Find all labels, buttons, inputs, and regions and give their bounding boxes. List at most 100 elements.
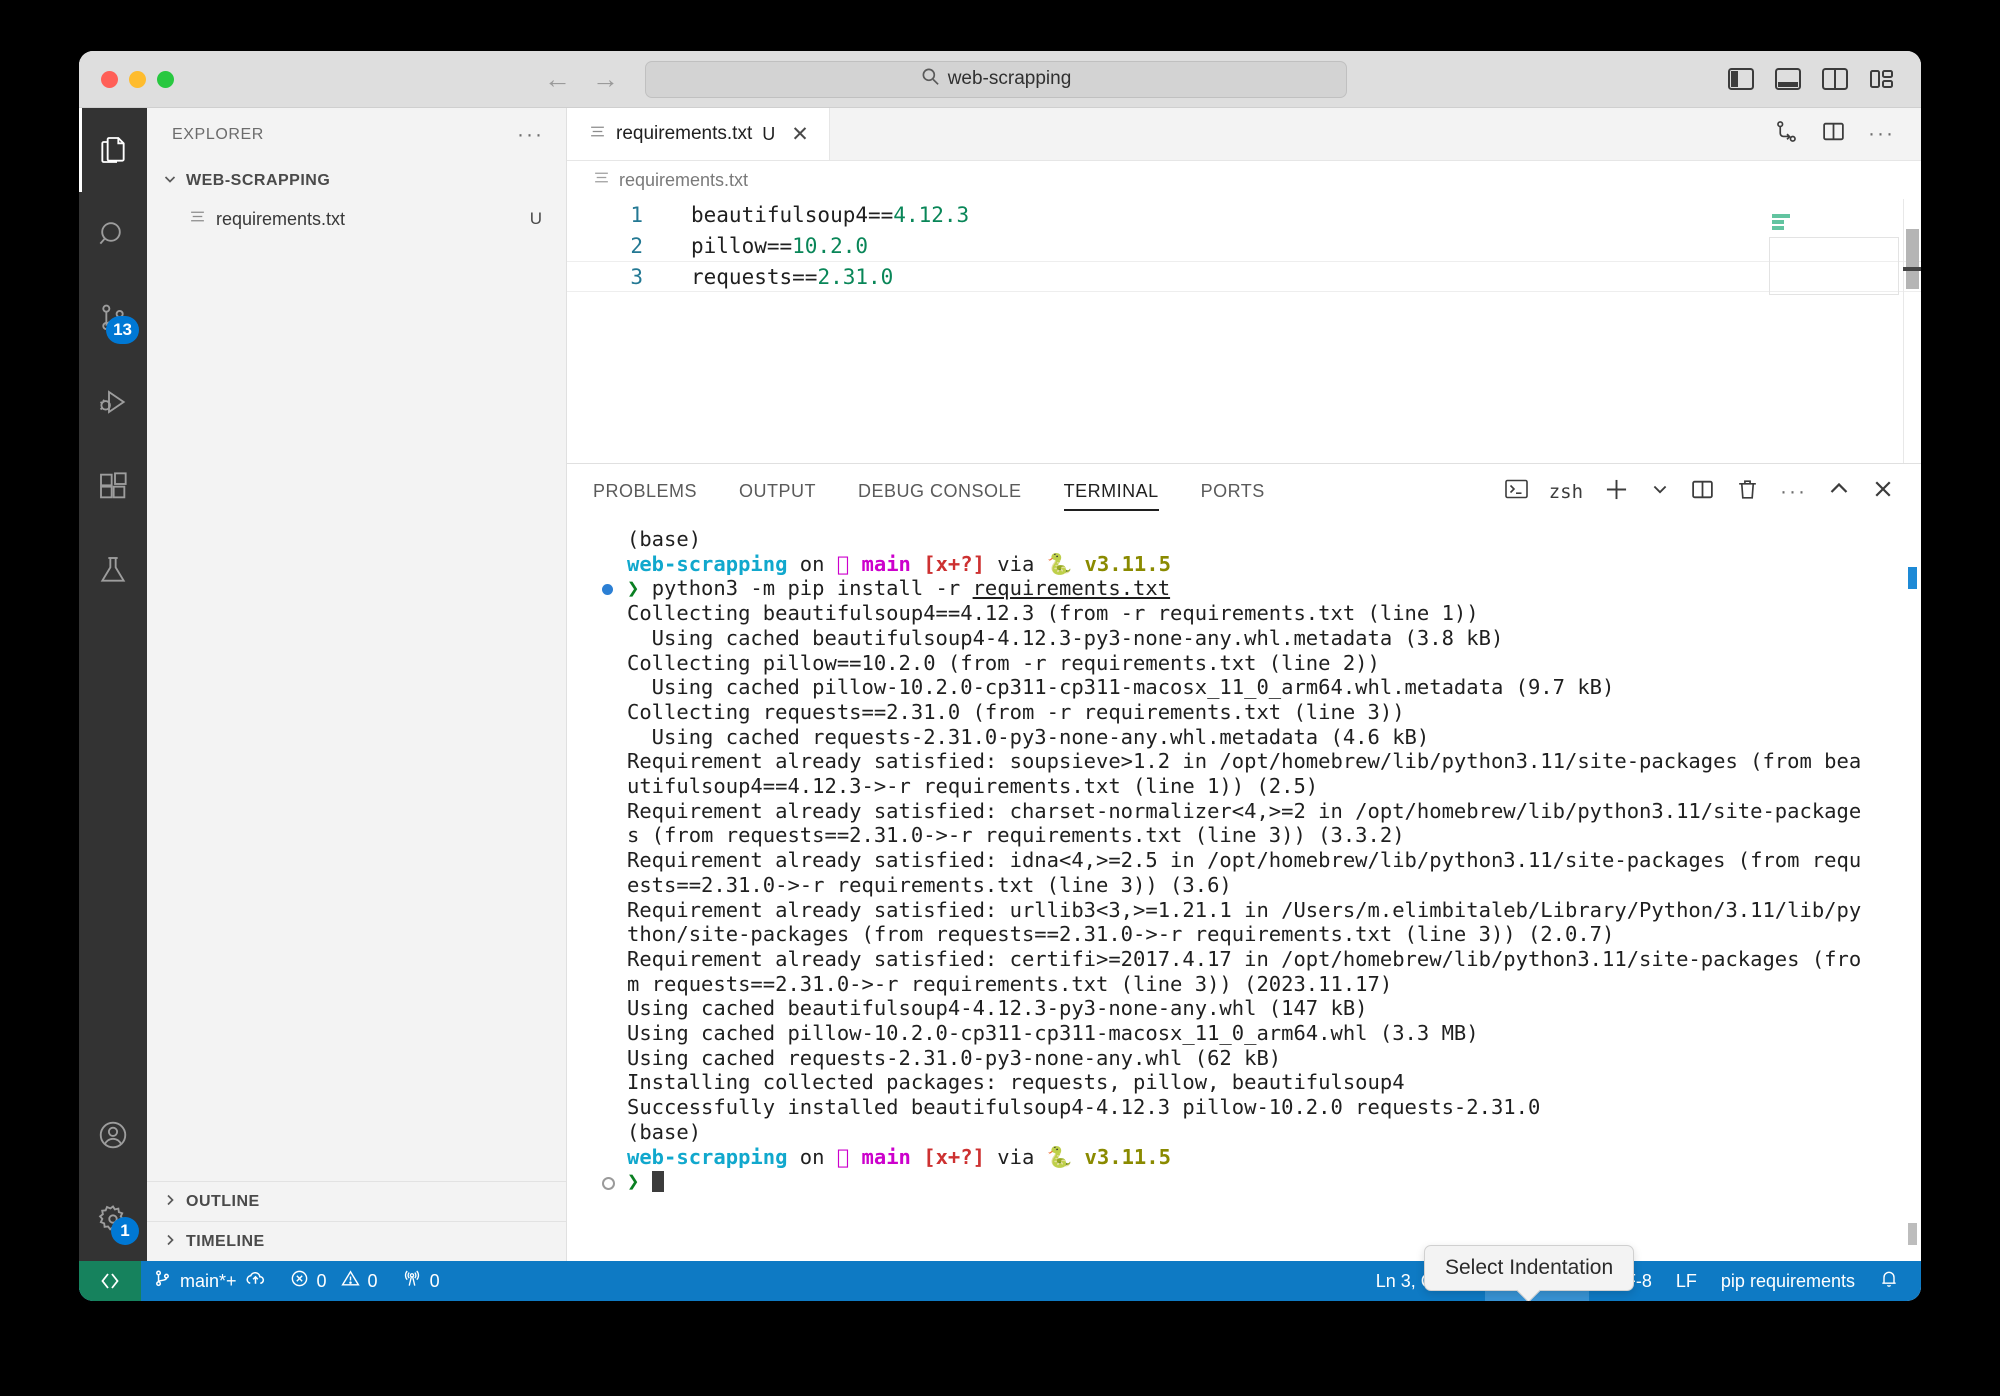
conda-env: (base): [627, 527, 702, 551]
search-icon: [921, 67, 940, 91]
terminal-shell-label: zsh: [1548, 480, 1584, 503]
minimize-window-button[interactable]: [129, 70, 146, 88]
package-name: requests==: [691, 264, 818, 289]
prompt-char: ❯: [627, 1169, 640, 1194]
terminal-line: Using cached requests-2.31.0-py3-none-an…: [627, 1045, 1282, 1070]
status-language-mode[interactable]: pip requirements: [1709, 1261, 1867, 1301]
status-ports[interactable]: 0: [390, 1261, 452, 1301]
terminal-command-line: ❯ python3 -m pip install -r requirements…: [567, 576, 1921, 601]
remote-window-button[interactable]: [79, 1261, 141, 1301]
package-version: 4.12.3: [893, 202, 970, 227]
explorer-more-actions-icon[interactable]: ···: [517, 124, 544, 145]
language-mode-label: pip requirements: [1720, 1270, 1855, 1291]
sidebar-item-extensions[interactable]: [79, 444, 147, 528]
tab-problems[interactable]: PROBLEMS: [593, 464, 697, 519]
compare-changes-icon[interactable]: [1774, 119, 1799, 149]
eol-label: LF: [1675, 1270, 1697, 1291]
panel-more-actions-icon[interactable]: ···: [1780, 481, 1807, 502]
tab-label: requirements.txt: [616, 123, 753, 144]
sidebar-item-run-and-debug[interactable]: [79, 360, 147, 444]
toggle-panel-icon[interactable]: [1775, 68, 1801, 90]
sidebar-item-testing[interactable]: [79, 528, 147, 612]
panel-tab-label: PROBLEMS: [593, 481, 698, 501]
status-problems[interactable]: 0 0: [278, 1261, 390, 1301]
explorer-sidebar: EXPLORER ··· WEB-SCRAPPING requirements.…: [147, 108, 567, 1261]
go-forward-icon[interactable]: →: [592, 65, 619, 93]
sidebar-item-source-control[interactable]: 13: [79, 276, 147, 360]
source-control-icon: [153, 1269, 172, 1293]
code-editor[interactable]: 1 beautifulsoup4==4.12.3 2 pillow==10.2.…: [567, 199, 1921, 463]
maximize-panel-icon[interactable]: [1827, 477, 1851, 506]
tab-output[interactable]: OUTPUT: [739, 464, 816, 519]
sidebar-item-search[interactable]: [79, 192, 147, 276]
status-branch[interactable]: main*+: [141, 1261, 278, 1301]
terminal-scrollbar-thumb[interactable]: [1908, 567, 1917, 589]
prompt-on: on: [799, 551, 825, 576]
chevron-right-icon: [161, 1232, 179, 1252]
conda-env: (base): [627, 1119, 702, 1144]
close-panel-icon[interactable]: [1871, 477, 1895, 506]
editor-more-actions-icon[interactable]: ···: [1868, 123, 1895, 144]
editor-scrollbar[interactable]: [1903, 199, 1921, 463]
minimap-viewport[interactable]: [1769, 237, 1899, 295]
section-outline-label: OUTLINE: [186, 1192, 260, 1210]
terminal-line: Requirement already satisfied: soupsieve…: [627, 749, 1862, 774]
text-file-icon: [189, 208, 206, 230]
python-icon: 🐍: [1046, 1144, 1073, 1169]
folder-root-web-scrapping[interactable]: WEB-SCRAPPING: [147, 161, 566, 200]
prompt-python-version: v3.11.5: [1084, 551, 1171, 576]
tab-terminal[interactable]: TERMINAL: [1063, 464, 1159, 519]
tab-ports[interactable]: PORTS: [1201, 464, 1265, 519]
line-number: 1: [630, 202, 643, 227]
customize-layout-icon[interactable]: [1869, 68, 1895, 90]
status-eol[interactable]: LF: [1664, 1261, 1709, 1301]
split-terminal-icon[interactable]: [1690, 477, 1715, 507]
tab-debug-console[interactable]: DEBUG CONSOLE: [858, 464, 1022, 519]
kill-terminal-icon[interactable]: [1735, 477, 1760, 507]
go-back-icon[interactable]: ←: [544, 65, 571, 93]
terminal-line: Requirement already satisfied: urllib3<3…: [627, 897, 1862, 922]
explorer-header: EXPLORER ···: [147, 108, 566, 161]
toggle-secondary-sidebar-icon[interactable]: [1822, 68, 1848, 90]
section-timeline[interactable]: TIMELINE: [147, 1221, 566, 1261]
terminal-scrollbar-thumb-secondary[interactable]: [1908, 1223, 1917, 1245]
list-item-requirements-txt[interactable]: requirements.txt U: [147, 200, 566, 238]
accounts-button[interactable]: [79, 1093, 147, 1177]
breadcrumb[interactable]: requirements.txt: [567, 161, 1921, 199]
package-name: beautifulsoup4==: [691, 202, 894, 227]
warning-icon: [340, 1269, 360, 1293]
traffic-lights: [79, 70, 174, 88]
vscode-window: ← → web-scrapping 13 1 EXPLORER ··· WEB-…: [79, 51, 1921, 1301]
new-terminal-icon[interactable]: [1603, 476, 1630, 508]
terminal-shell-icon[interactable]: [1504, 478, 1529, 505]
folder-root-label: WEB-SCRAPPING: [186, 171, 331, 189]
workbench: 13 1 EXPLORER ··· WEB-SCRAPPING requirem…: [79, 108, 1921, 1261]
terminal-input-line[interactable]: ❯: [567, 1169, 1921, 1194]
settings-badge: 1: [111, 1217, 139, 1245]
section-outline[interactable]: OUTLINE: [147, 1181, 566, 1221]
toggle-primary-sidebar-icon[interactable]: [1728, 68, 1754, 90]
chevron-down-icon: [161, 171, 179, 191]
status-notifications[interactable]: [1867, 1261, 1911, 1301]
branch-name: main*+: [180, 1270, 237, 1291]
line-content: pillow==10.2.0: [643, 234, 868, 258]
panel-actions: zsh ···: [1504, 476, 1921, 508]
editor-scrollbar-thumb[interactable]: [1906, 229, 1919, 289]
title-bar: ← → web-scrapping: [79, 51, 1921, 108]
split-editor-icon[interactable]: [1821, 119, 1846, 149]
sidebar-item-explorer[interactable]: [79, 108, 147, 192]
command-center-search[interactable]: web-scrapping: [645, 60, 1347, 98]
close-window-button[interactable]: [101, 70, 118, 88]
close-icon[interactable]: ✕: [791, 122, 809, 147]
chevron-down-icon[interactable]: [1650, 479, 1670, 504]
python-icon: 🐍: [1046, 551, 1073, 576]
prompt-git-status: [x+?]: [923, 1144, 985, 1169]
zoom-window-button[interactable]: [157, 70, 174, 88]
terminal-command-file-link[interactable]: requirements.txt: [973, 576, 1170, 600]
manage-settings-button[interactable]: 1: [79, 1177, 147, 1261]
panel-tab-label: OUTPUT: [739, 481, 817, 501]
terminal-output[interactable]: (base) web-scrapping on  main [x+?] via…: [567, 519, 1921, 1261]
prompt-on: on: [799, 1144, 825, 1169]
tab-requirements-txt[interactable]: requirements.txt U ✕: [567, 108, 830, 160]
line-number: 2: [630, 233, 643, 258]
